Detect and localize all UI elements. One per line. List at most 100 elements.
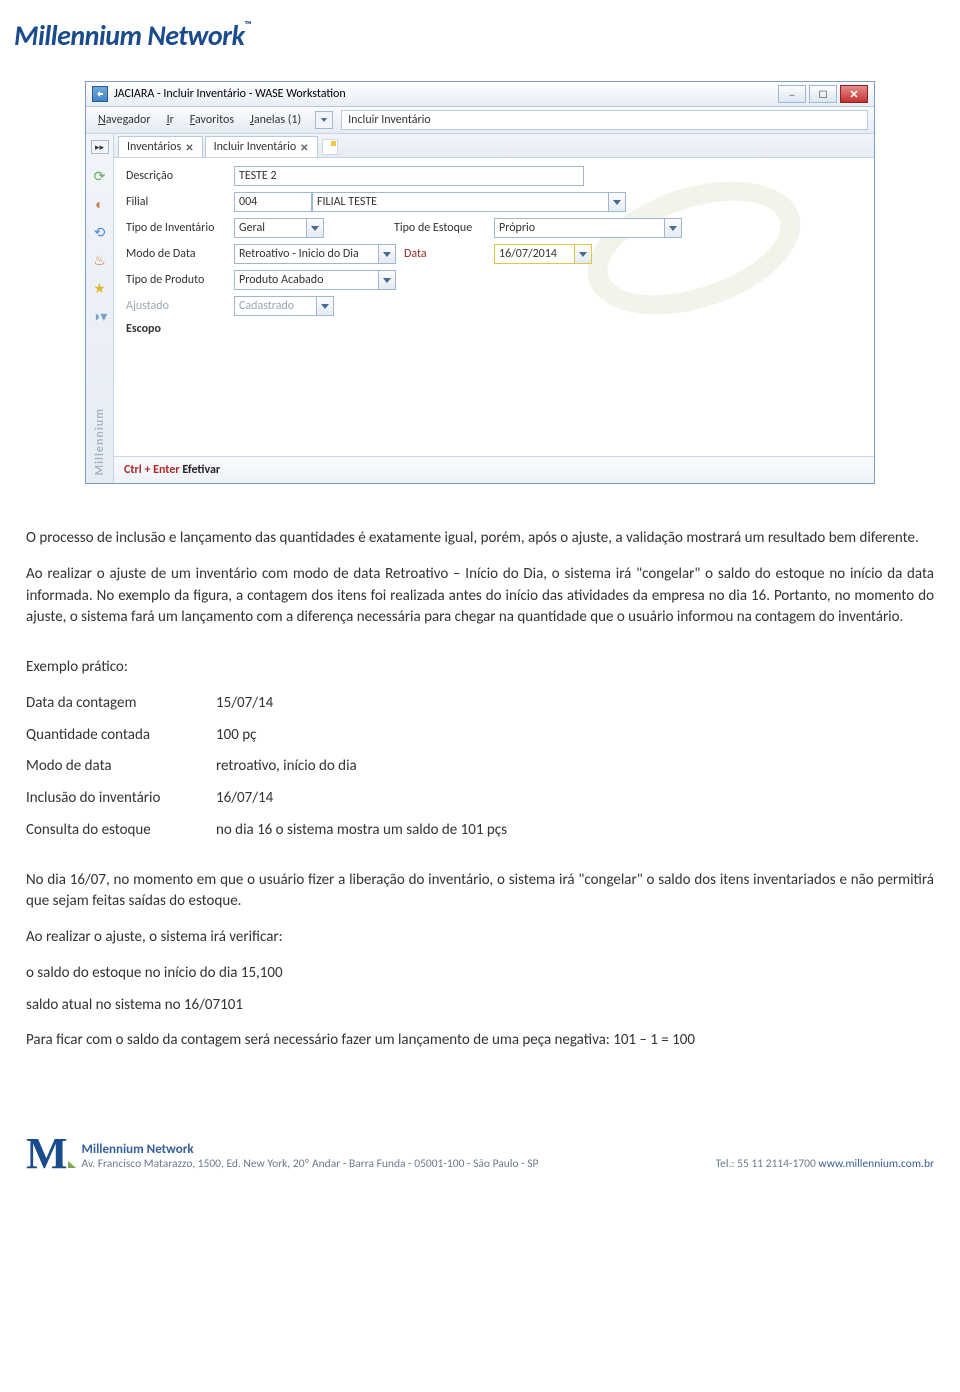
tab-incluir-inventario[interactable]: Incluir Inventário✕ — [205, 136, 318, 157]
tab-close-icon[interactable]: ✕ — [185, 141, 193, 154]
ex-value: 16/07/14 — [216, 788, 273, 810]
ex-value: 101 — [220, 996, 243, 1014]
select-value: Produto Acabado — [234, 270, 378, 290]
menu-favoritos[interactable]: Favoritos — [184, 111, 240, 129]
select-modo-data[interactable]: Retroativo - Inicio do Dia — [234, 244, 396, 264]
label-tipo-estoque: Tipo de Estoque — [394, 221, 494, 235]
left-rail: ▸▸ ⟳ ◐ ⟲ ♨ ★ ◑▾ Millennium — [86, 134, 114, 483]
input-filial-code[interactable]: 004 — [234, 192, 312, 212]
date-value: 16/07/2014 — [494, 244, 574, 264]
label-tipo-produto: Tipo de Produto — [126, 273, 234, 287]
ex-value: retroativo, início do dia — [216, 756, 357, 778]
titlebar: JACIARA - Incluir Inventário - WASE Work… — [86, 82, 874, 107]
select-value: Cadastrado — [234, 296, 316, 316]
footer-website: www.millennium.com.br — [818, 1157, 934, 1171]
rail-expand-icon[interactable]: ▸▸ — [91, 140, 109, 154]
chevron-down-icon[interactable] — [316, 296, 334, 316]
paragraph: No dia 16/07, no momento em que o usuári… — [26, 870, 934, 914]
menu-dropdown-icon[interactable] — [315, 111, 333, 129]
select-ajustado[interactable]: Cadastrado — [234, 296, 334, 316]
menu-ir[interactable]: Ir — [161, 111, 180, 129]
select-value: Próprio — [494, 218, 664, 238]
menubar: Navegador Ir Favoritos Janelas (1) Inclu… — [86, 107, 874, 134]
breadcrumb-path[interactable]: Incluir Inventário — [341, 110, 868, 130]
select-value: Retroativo - Inicio do Dia — [234, 244, 378, 264]
example-block: Exemplo prático: Data da contagem15/07/1… — [26, 657, 934, 842]
window-title: JACIARA - Incluir Inventário - WASE Work… — [114, 87, 778, 101]
world-icon[interactable]: ◑▾ — [91, 307, 109, 325]
app-icon — [92, 86, 108, 102]
input-filial-name: FILIAL TESTE — [312, 192, 608, 212]
label-descricao: Descrição — [126, 169, 234, 183]
minimize-button[interactable]: ─ — [778, 85, 806, 103]
tab-label: Inventários — [127, 140, 181, 154]
new-tab-icon[interactable] — [322, 139, 338, 155]
label-escopo: Escopo — [126, 322, 234, 336]
footer-info: Millennium Network Av. Francisco Mataraz… — [82, 1142, 702, 1171]
ex-label: saldo atual no sistema no 16/07 — [26, 996, 220, 1014]
input-data[interactable]: 16/07/2014 — [494, 244, 592, 264]
refresh-icon[interactable]: ⟳ — [91, 167, 109, 185]
form-area: Descrição TESTE 2 Filial 004 FILIAL TEST… — [114, 158, 874, 456]
tab-inventarios[interactable]: Inventários ✕ — [118, 136, 203, 157]
label-data: Data — [404, 247, 494, 261]
menu-navegador[interactable]: Navegador — [92, 111, 157, 129]
rail-brand-text: Millennium — [93, 408, 107, 475]
ex-label: Modo de data — [26, 756, 216, 778]
window-footer: Ctrl + Enter Efetivar — [114, 456, 874, 483]
ex-label: o saldo do estoque no início do dia 15, — [26, 964, 260, 982]
paragraph: Para ficar com o saldo da contagem será … — [26, 1030, 934, 1052]
document-body: O processo de inclusão e lançamento das … — [0, 514, 960, 1126]
paragraph: O processo de inclusão e lançamento das … — [26, 528, 934, 550]
label-tipo-inventario: Tipo de Inventário — [126, 221, 234, 235]
select-filial-name[interactable]: FILIAL TESTE — [312, 192, 626, 212]
close-button[interactable]: ✕ — [840, 85, 868, 103]
paragraph: Ao realizar o ajuste de um inventário co… — [26, 564, 934, 629]
footer-address: Av. Francisco Matarazzo, 1500, Ed. New Y… — [82, 1157, 702, 1171]
tab-close-icon[interactable]: ✕ — [300, 141, 308, 154]
chevron-down-icon[interactable] — [378, 244, 396, 264]
select-value: Geral — [234, 218, 306, 238]
paragraph: Ao realizar o ajuste, o sistema irá veri… — [26, 927, 934, 949]
label-filial: Filial — [126, 195, 234, 209]
chevron-down-icon[interactable] — [574, 244, 592, 264]
star-icon[interactable]: ★ — [91, 279, 109, 297]
ex-value: 100 pç — [216, 725, 256, 747]
ex-value: no dia 16 o sistema mostra um saldo de 1… — [216, 820, 507, 842]
brand-title-text: Millennium Network — [14, 18, 244, 53]
chevron-down-icon[interactable] — [378, 270, 396, 290]
footer-company-name: Millennium Network — [82, 1142, 702, 1157]
brand-title: Millennium Network™ — [14, 18, 251, 53]
chevron-down-icon[interactable] — [664, 218, 682, 238]
chevron-down-icon[interactable] — [608, 192, 626, 212]
select-tipo-inventario[interactable]: Geral — [234, 218, 324, 238]
ex-value: 100 — [260, 964, 283, 982]
label-modo-data: Modo de Data — [126, 247, 234, 261]
page-footer: M Millennium Network Av. Francisco Matar… — [0, 1126, 960, 1189]
reload-icon[interactable]: ⟲ — [91, 223, 109, 241]
select-tipo-estoque[interactable]: Próprio — [494, 218, 682, 238]
tel-number: 55 11 2114-1700 — [737, 1157, 816, 1171]
tabstrip: Inventários✕ Incluir Inventário✕ — [114, 134, 874, 158]
page-header: Millennium Network™ — [0, 0, 960, 61]
app-window: JACIARA - Incluir Inventário - WASE Work… — [85, 81, 875, 484]
stop-icon[interactable]: ◐ — [91, 195, 109, 213]
ex-label: Inclusão do inventário — [26, 788, 216, 810]
flame-icon[interactable]: ♨ — [91, 251, 109, 269]
tab-label: Incluir Inventário — [214, 140, 297, 154]
logo-icon: M — [26, 1136, 68, 1171]
tel-label: Tel.: — [716, 1157, 735, 1171]
trademark-icon: ™ — [244, 18, 251, 31]
maximize-button[interactable]: ☐ — [809, 85, 837, 103]
menu-janelas[interactable]: Janelas (1) — [244, 111, 307, 129]
empty-area — [126, 342, 862, 452]
chevron-down-icon[interactable] — [306, 218, 324, 238]
shortcut-label: Ctrl + Enter — [124, 463, 180, 477]
label-ajustado: Ajustado — [126, 299, 234, 313]
input-descricao[interactable]: TESTE 2 — [234, 166, 584, 186]
example-title: Exemplo prático: — [26, 657, 934, 679]
ex-label: Consulta do estoque — [26, 820, 216, 842]
footer-contact: Tel.: 55 11 2114-1700 www.millennium.com… — [716, 1157, 934, 1171]
ex-label: Data da contagem — [26, 693, 216, 715]
select-tipo-produto[interactable]: Produto Acabado — [234, 270, 396, 290]
